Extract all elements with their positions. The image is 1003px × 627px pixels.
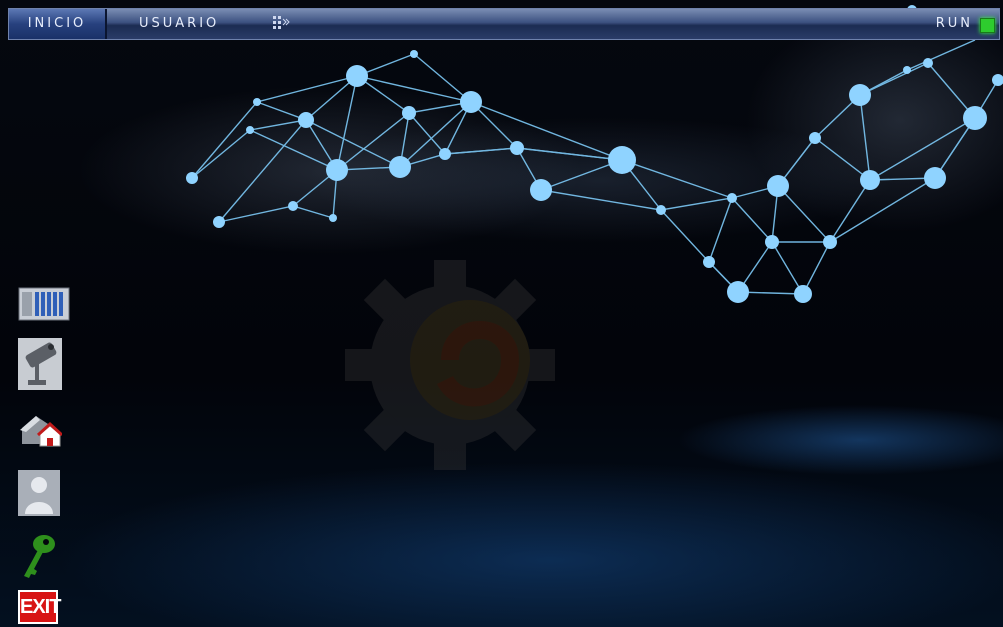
user-icon — [18, 470, 60, 516]
run-status-label: RUN — [935, 16, 973, 31]
plc-rack-button[interactable] — [18, 286, 70, 326]
run-status-led — [980, 18, 995, 33]
tab-usuario[interactable]: USUARIO — [139, 9, 219, 39]
top-menu-bar: INICIO USUARIO RUN — [8, 8, 1000, 40]
security-camera-icon — [18, 338, 62, 390]
key-button[interactable] — [18, 530, 66, 578]
hmi-screen: INICIO USUARIO RUN EXIT — [0, 0, 1003, 627]
gear-logo-watermark — [345, 260, 555, 470]
exit-button[interactable]: EXIT — [18, 590, 61, 624]
tab-inicio[interactable]: INICIO — [9, 9, 107, 39]
key-icon — [24, 535, 55, 578]
more-menu-icon[interactable] — [271, 15, 291, 35]
home-button[interactable] — [18, 410, 66, 450]
camera-button[interactable] — [18, 338, 66, 390]
user-button[interactable] — [18, 470, 66, 516]
plc-rack-icon — [18, 287, 70, 321]
home-return-icon — [20, 416, 64, 447]
